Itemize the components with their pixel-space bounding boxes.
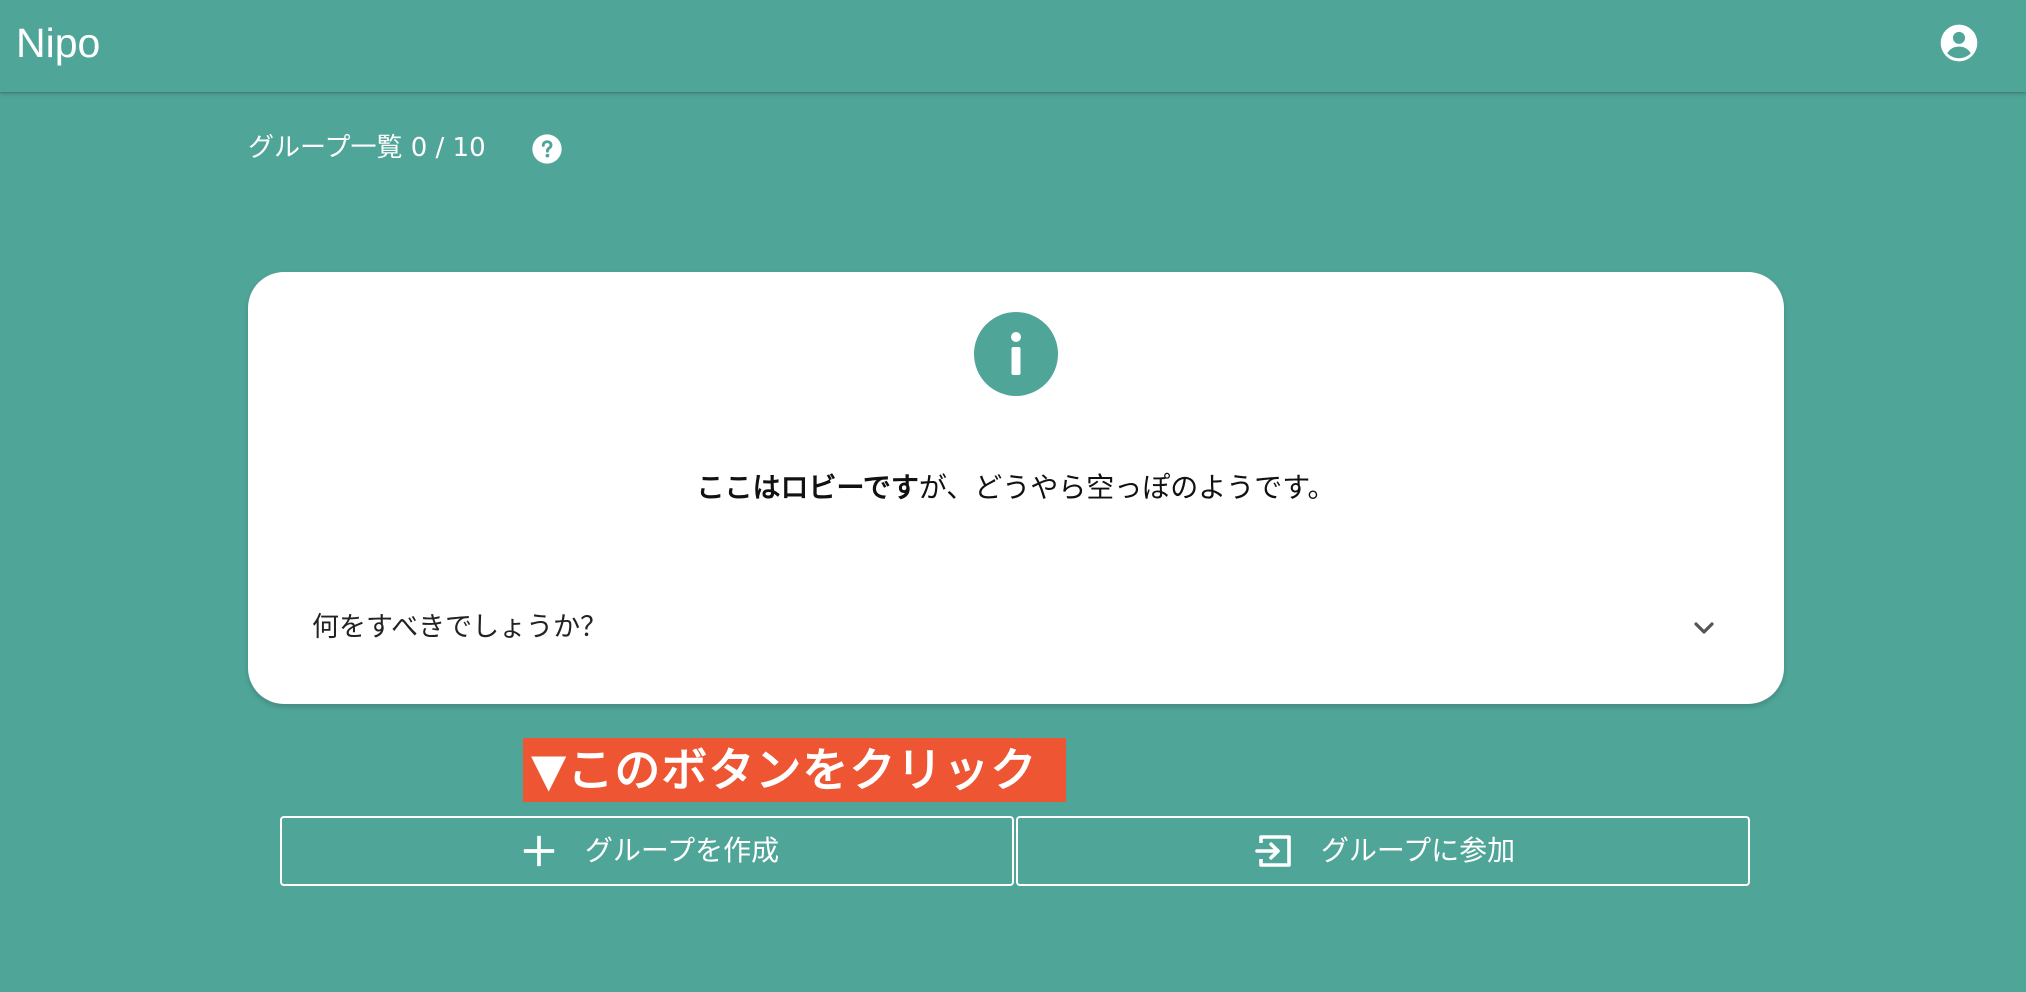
accordion-label: 何をすべきでしょうか？ — [312, 612, 608, 643]
create-group-button[interactable]: グループを作成 — [280, 816, 1014, 886]
empty-message: ここはロビーですが、どうやら空っぽのようです。 — [248, 468, 1784, 508]
help-button[interactable] — [531, 133, 563, 165]
empty-message-rest: が、どうやら空っぽのようです。 — [918, 471, 1336, 504]
login-icon — [1251, 827, 1299, 875]
chevron-down-icon — [1694, 622, 1714, 634]
info-icon — [974, 312, 1058, 396]
create-group-label: グループを作成 — [584, 834, 780, 867]
groups-count-label: グループ一覧 0 / 10 — [248, 133, 486, 163]
join-group-button[interactable]: グループに参加 — [1016, 816, 1750, 886]
groups-header: グループ一覧 0 / 10 — [248, 128, 486, 168]
app-bar: Nipo — [0, 0, 2026, 92]
click-this-button-callout: ▼このボタンをクリック — [523, 738, 1066, 802]
join-group-label: グループに参加 — [1320, 834, 1516, 867]
plus-icon — [515, 827, 563, 875]
account-circle-icon — [1940, 24, 1978, 62]
help-circle-icon — [532, 134, 562, 164]
what-to-do-accordion[interactable]: 何をすべきでしょうか？ — [312, 598, 1720, 658]
account-button[interactable] — [1934, 18, 1984, 68]
callout-text: ▼このボタンをクリック — [531, 743, 1038, 797]
empty-lobby-card: ここはロビーですが、どうやら空っぽのようです。 何をすべきでしょうか？ — [248, 272, 1784, 704]
app-title[interactable]: Nipo — [16, 18, 100, 68]
empty-message-bold: ここはロビーです — [696, 471, 919, 504]
